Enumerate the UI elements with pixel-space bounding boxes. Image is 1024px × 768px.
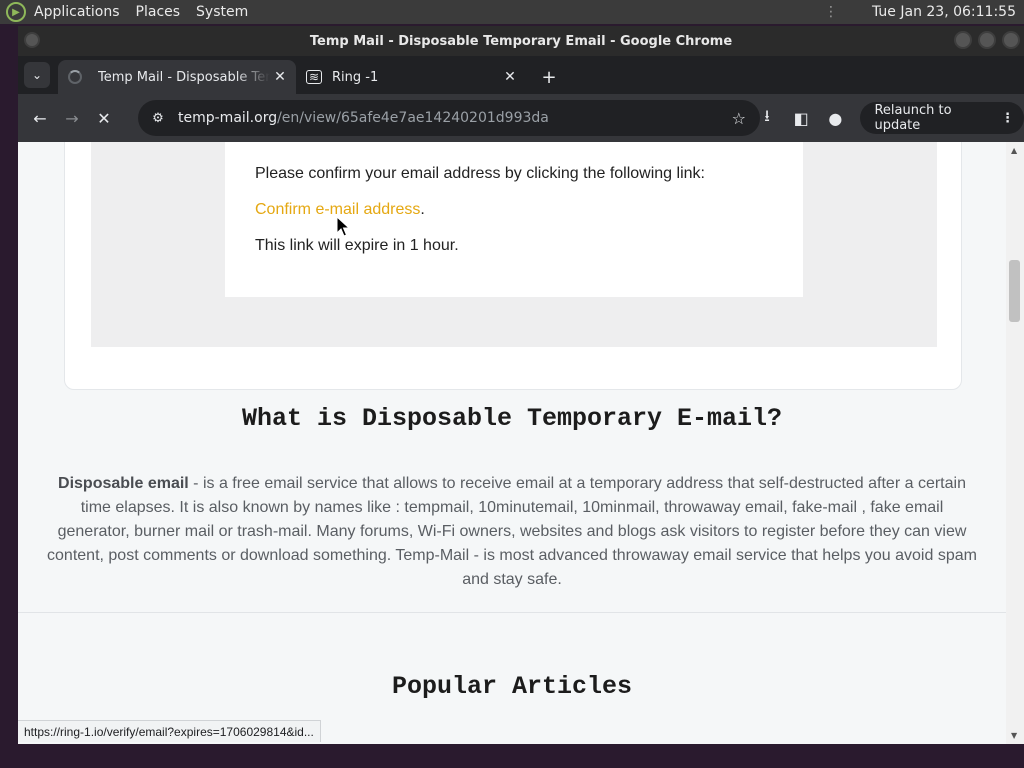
tray-handle-icon[interactable]: ⋮ (824, 4, 838, 20)
back-button[interactable]: ← (24, 102, 56, 134)
relaunch-label: Relaunch to update (874, 103, 952, 133)
tab-strip: ⌄ Temp Mail - Disposable Temporary Email… (18, 56, 1024, 94)
forward-button[interactable]: → (56, 102, 88, 134)
site-info-icon[interactable]: ⚙ (144, 111, 172, 126)
window-title: Temp Mail - Disposable Temporary Email -… (309, 33, 733, 49)
close-window-button[interactable] (1002, 31, 1020, 49)
para-bold: Disposable email (58, 475, 189, 492)
page-scrollbar[interactable]: ▲ ▼ (1006, 142, 1024, 744)
tab-title: Ring -1 (332, 69, 379, 85)
clock[interactable]: Tue Jan 23, 06:11:55 (872, 4, 1016, 20)
tab-search-button[interactable]: ⌄ (24, 62, 50, 88)
bookmark-star-icon[interactable]: ☆ (732, 109, 746, 128)
menu-places[interactable]: Places (136, 4, 181, 20)
url-host: temp-mail.org (178, 110, 278, 126)
new-tab-button[interactable]: + (538, 66, 560, 88)
ring-icon: ≋ (306, 70, 322, 84)
maximize-button[interactable] (978, 31, 996, 49)
scroll-down-icon[interactable]: ▼ (1011, 731, 1017, 740)
link-suffix: . (420, 201, 425, 218)
address-bar[interactable]: ⚙ temp-mail.org/en/view/65afe4e7ae142402… (138, 100, 760, 136)
page-viewport[interactable]: Please confirm your email address by cli… (18, 142, 1006, 744)
description-paragraph: Disposable email - is a free email servi… (46, 472, 978, 592)
scroll-thumb[interactable] (1009, 260, 1020, 322)
email-body: Please confirm your email address by cli… (225, 142, 803, 297)
kebab-menu-icon[interactable]: ⋮ (1001, 111, 1014, 126)
section-divider (18, 612, 1006, 613)
relaunch-button[interactable]: Relaunch to update ⋮ (860, 102, 1024, 134)
window-menu-icon[interactable] (24, 32, 40, 48)
loading-spinner-icon (68, 70, 82, 84)
url-path: /en/view/65afe4e7ae14240201d993da (277, 110, 549, 126)
download-icon[interactable]: ⭳ (752, 102, 782, 134)
toolbar-right: ⭳ ◧ ● Relaunch to update ⋮ (752, 102, 1024, 134)
email-expiry: This link will expire in 1 hour. (255, 237, 459, 254)
window-titlebar[interactable]: Temp Mail - Disposable Temporary Email -… (18, 26, 1024, 56)
tab-temp-mail[interactable]: Temp Mail - Disposable Temporary Email ✕ (58, 60, 296, 94)
tab-title: Temp Mail - Disposable Temporary Email (98, 69, 270, 85)
side-panel-icon[interactable]: ◧ (786, 102, 816, 134)
distro-logo-icon[interactable]: ▶ (6, 2, 26, 22)
email-card: Please confirm your email address by cli… (64, 142, 962, 390)
minimize-button[interactable] (954, 31, 972, 49)
close-icon[interactable]: ✕ (500, 67, 520, 87)
tab-ring[interactable]: ≋ Ring -1 ✕ (298, 60, 526, 94)
scroll-up-icon[interactable]: ▲ (1011, 146, 1017, 155)
system-top-panel: ▶ Applications Places System ⋮ Tue Jan 2… (0, 0, 1024, 24)
what-heading: What is Disposable Temporary E-mail? (241, 404, 783, 433)
stop-loading-button[interactable]: ✕ (88, 102, 120, 134)
status-url-bubble: https://ring-1.io/verify/email?expires=1… (18, 720, 321, 742)
browser-window: Temp Mail - Disposable Temporary Email -… (18, 26, 1024, 744)
window-controls (954, 31, 1020, 49)
email-frame: Please confirm your email address by cli… (91, 142, 937, 347)
browser-toolbar: ← → ✕ ⚙ temp-mail.org/en/view/65afe4e7ae… (18, 94, 1024, 142)
email-instruction: Please confirm your email address by cli… (255, 165, 705, 182)
profile-icon[interactable]: ● (820, 102, 850, 134)
popular-heading: Popular Articles (391, 672, 633, 701)
menu-applications[interactable]: Applications (34, 4, 120, 20)
menu-system[interactable]: System (196, 4, 248, 20)
mouse-cursor-icon (336, 216, 350, 237)
close-icon[interactable]: ✕ (270, 67, 290, 87)
system-tray: ⋮ Tue Jan 23, 06:11:55 (824, 4, 1024, 20)
